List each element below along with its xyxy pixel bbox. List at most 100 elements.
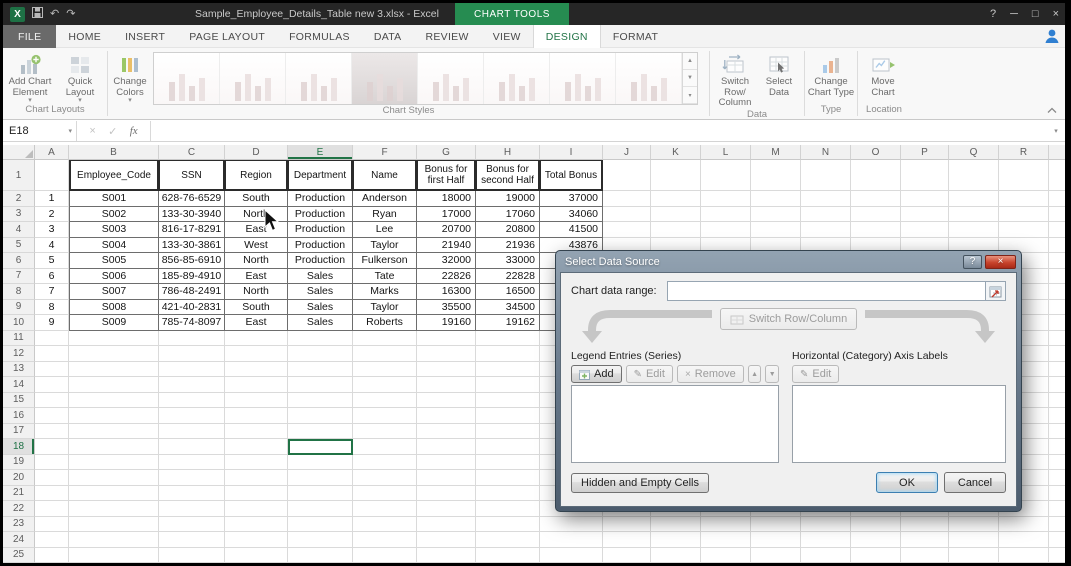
cell-F13[interactable] bbox=[353, 362, 417, 378]
cell-H12[interactable] bbox=[476, 346, 540, 362]
cell-F14[interactable] bbox=[353, 377, 417, 393]
cell-O24[interactable] bbox=[851, 532, 901, 548]
cell-A8[interactable]: 7 bbox=[35, 284, 69, 300]
col-header-D[interactable]: D bbox=[225, 145, 288, 160]
cell-Q1[interactable] bbox=[949, 160, 999, 191]
cell-C12[interactable] bbox=[159, 346, 225, 362]
chart-style-thumbnail-2[interactable] bbox=[220, 53, 286, 104]
cell-B23[interactable] bbox=[69, 517, 159, 533]
chart-style-thumbnail-5[interactable] bbox=[418, 53, 484, 104]
cell-F21[interactable] bbox=[353, 486, 417, 502]
col-header-J[interactable]: J bbox=[603, 145, 651, 160]
cell-K2[interactable] bbox=[651, 191, 701, 207]
cell-G20[interactable] bbox=[417, 470, 476, 486]
cell-N24[interactable] bbox=[801, 532, 851, 548]
cell-B24[interactable] bbox=[69, 532, 159, 548]
cell-F19[interactable] bbox=[353, 455, 417, 471]
cell-C15[interactable] bbox=[159, 393, 225, 409]
cell-L25[interactable] bbox=[701, 548, 751, 564]
cell-E20[interactable] bbox=[288, 470, 353, 486]
cell-Q2[interactable] bbox=[949, 191, 999, 207]
gallery-up-icon[interactable]: ▲ bbox=[683, 53, 697, 70]
cell-B25[interactable] bbox=[69, 548, 159, 564]
cell-H25[interactable] bbox=[476, 548, 540, 564]
cell-E13[interactable] bbox=[288, 362, 353, 378]
cell-L4[interactable] bbox=[701, 222, 751, 238]
cell-A11[interactable] bbox=[35, 331, 69, 347]
cell-B1[interactable]: Employee_Code bbox=[69, 160, 159, 191]
col-header-R[interactable]: R bbox=[999, 145, 1049, 160]
cell-P1[interactable] bbox=[901, 160, 949, 191]
cell-L3[interactable] bbox=[701, 207, 751, 223]
cell-E7[interactable]: Sales bbox=[288, 269, 353, 285]
cell-D25[interactable] bbox=[225, 548, 288, 564]
chart-style-thumbnail-6[interactable] bbox=[484, 53, 550, 104]
cell-F1[interactable]: Name bbox=[353, 160, 417, 191]
cell-E25[interactable] bbox=[288, 548, 353, 564]
cell-G19[interactable] bbox=[417, 455, 476, 471]
cell-A5[interactable]: 4 bbox=[35, 238, 69, 254]
cell-E22[interactable] bbox=[288, 501, 353, 517]
cell-G13[interactable] bbox=[417, 362, 476, 378]
cell-A17[interactable] bbox=[35, 424, 69, 440]
cell-H16[interactable] bbox=[476, 408, 540, 424]
cell-C8[interactable]: 786-48-2491 bbox=[159, 284, 225, 300]
cell-M25[interactable] bbox=[751, 548, 801, 564]
cell-D14[interactable] bbox=[225, 377, 288, 393]
cell-G6[interactable]: 32000 bbox=[417, 253, 476, 269]
cell-G25[interactable] bbox=[417, 548, 476, 564]
cell-B18[interactable] bbox=[69, 439, 159, 455]
cell-A22[interactable] bbox=[35, 501, 69, 517]
tab-design[interactable]: DESIGN bbox=[533, 25, 601, 48]
cell-E17[interactable] bbox=[288, 424, 353, 440]
cell-H5[interactable]: 21936 bbox=[476, 238, 540, 254]
cell-B19[interactable] bbox=[69, 455, 159, 471]
cell-D24[interactable] bbox=[225, 532, 288, 548]
change-chart-type-button[interactable]: Change Chart Type bbox=[807, 51, 855, 98]
cell-E11[interactable] bbox=[288, 331, 353, 347]
cell-C17[interactable] bbox=[159, 424, 225, 440]
cell-R1[interactable] bbox=[999, 160, 1049, 191]
cell-H2[interactable]: 19000 bbox=[476, 191, 540, 207]
row-header-10[interactable]: 10 bbox=[3, 315, 35, 331]
cell-G10[interactable]: 19160 bbox=[417, 315, 476, 331]
cell-B22[interactable] bbox=[69, 501, 159, 517]
cell-O2[interactable] bbox=[851, 191, 901, 207]
cell-G21[interactable] bbox=[417, 486, 476, 502]
cell-R3[interactable] bbox=[999, 207, 1049, 223]
undo-icon[interactable]: ↶ bbox=[50, 9, 59, 20]
cell-H7[interactable]: 22828 bbox=[476, 269, 540, 285]
cell-I3[interactable]: 34060 bbox=[540, 207, 603, 223]
cell-C19[interactable] bbox=[159, 455, 225, 471]
minimize-button[interactable]: ─ bbox=[1010, 8, 1018, 20]
cell-O1[interactable] bbox=[851, 160, 901, 191]
col-header-F[interactable]: F bbox=[353, 145, 417, 160]
move-chart-button[interactable]: Move Chart bbox=[860, 51, 906, 98]
cell-N23[interactable] bbox=[801, 517, 851, 533]
close-button[interactable]: × bbox=[1053, 8, 1059, 20]
cell-K4[interactable] bbox=[651, 222, 701, 238]
help-button[interactable]: ? bbox=[990, 8, 996, 20]
cell-G9[interactable]: 35500 bbox=[417, 300, 476, 316]
row-header-5[interactable]: 5 bbox=[3, 238, 35, 254]
cell-D20[interactable] bbox=[225, 470, 288, 486]
cell-H3[interactable]: 17060 bbox=[476, 207, 540, 223]
cell-N1[interactable] bbox=[801, 160, 851, 191]
cell-E24[interactable] bbox=[288, 532, 353, 548]
redo-icon[interactable]: ↷ bbox=[66, 9, 75, 20]
cell-E2[interactable]: Production bbox=[288, 191, 353, 207]
cell-O3[interactable] bbox=[851, 207, 901, 223]
cancel-entry-icon[interactable]: × bbox=[89, 125, 95, 137]
cell-B6[interactable]: S005 bbox=[69, 253, 159, 269]
account-person-icon[interactable] bbox=[1043, 27, 1061, 50]
gallery-more-icon[interactable]: ▾ bbox=[683, 87, 697, 104]
cell-C24[interactable] bbox=[159, 532, 225, 548]
cell-H22[interactable] bbox=[476, 501, 540, 517]
switch-row-column-button[interactable]: Switch Row/ Column bbox=[712, 51, 758, 109]
cell-C20[interactable] bbox=[159, 470, 225, 486]
gallery-down-icon[interactable]: ▼ bbox=[683, 70, 697, 87]
cell-A7[interactable]: 6 bbox=[35, 269, 69, 285]
collapse-ribbon-icon[interactable] bbox=[1047, 106, 1057, 116]
cell-G3[interactable]: 17000 bbox=[417, 207, 476, 223]
row-header-24[interactable]: 24 bbox=[3, 532, 35, 548]
